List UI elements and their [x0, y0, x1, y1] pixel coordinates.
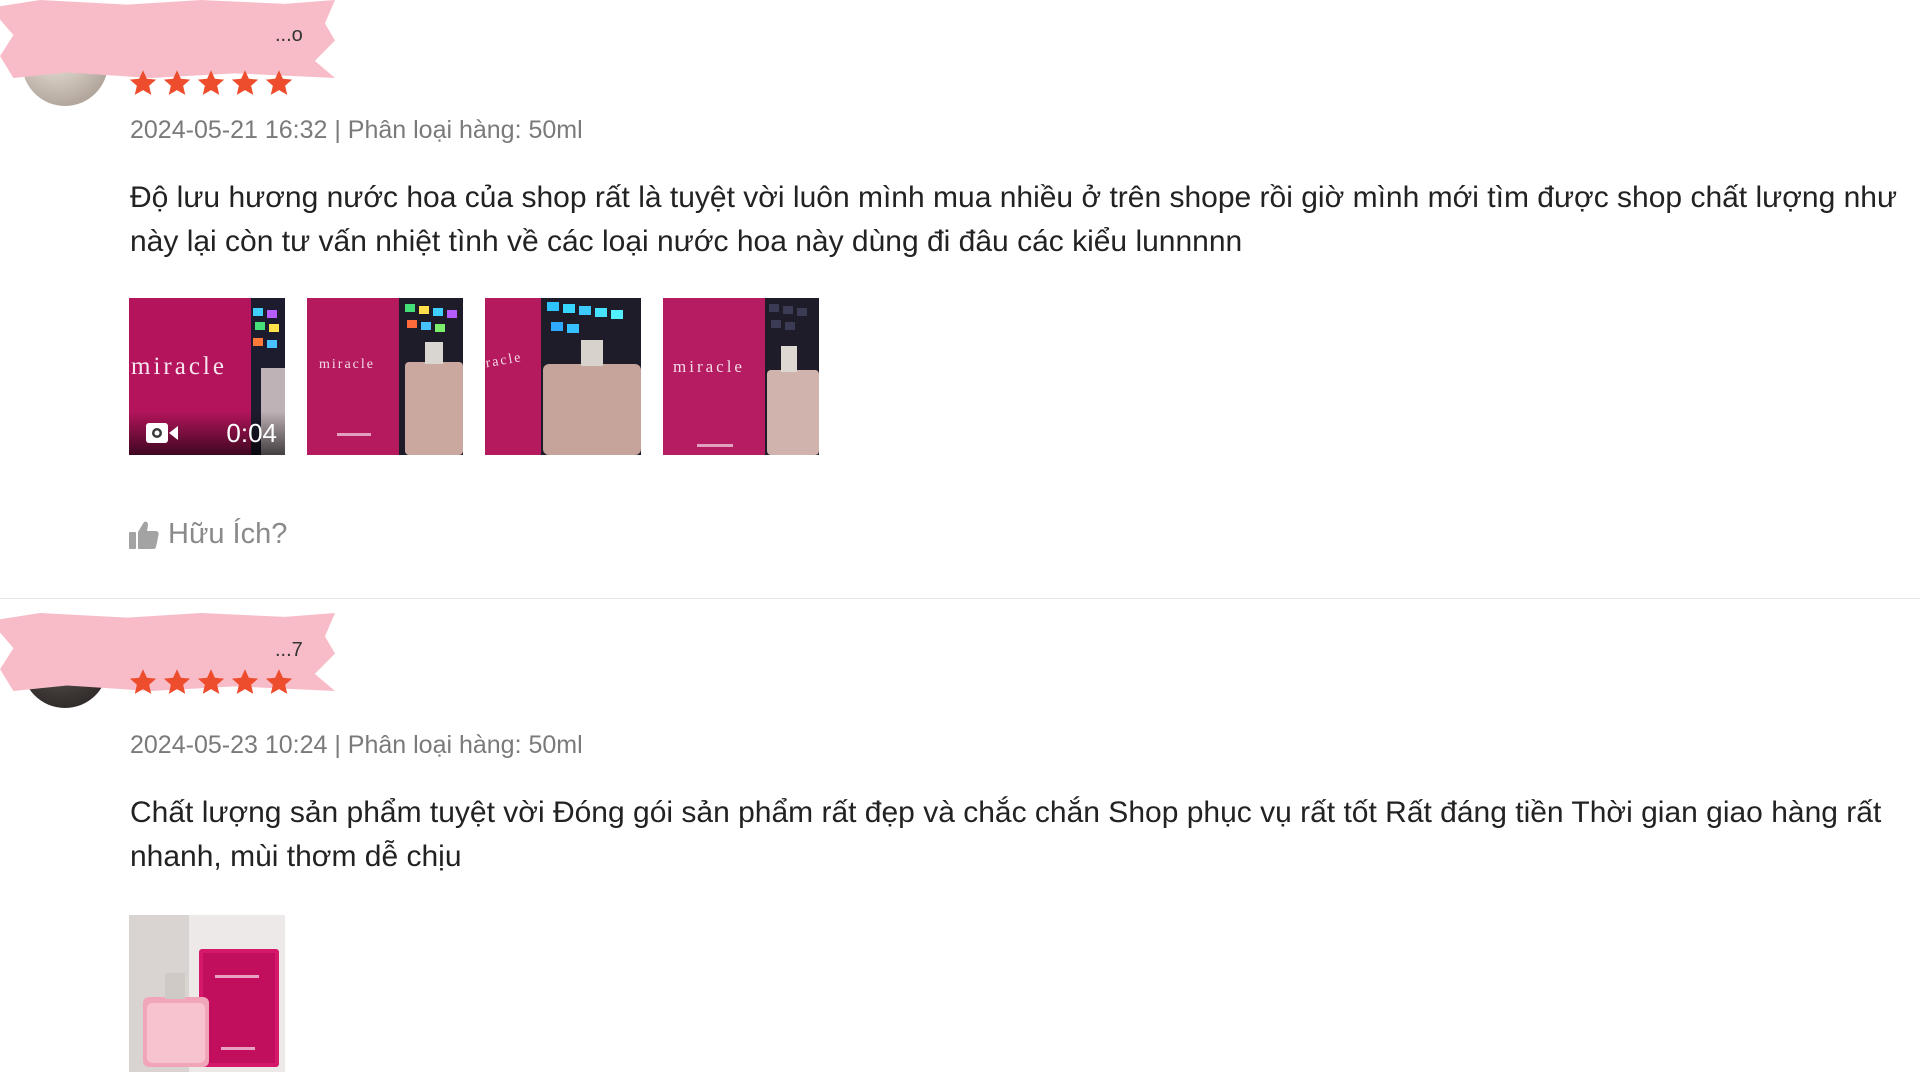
helpful-button[interactable]: Hữu Ích?	[128, 518, 287, 551]
review-item: ...o 2024-05-21 16:32 | Phân loại hàng: …	[0, 0, 1920, 599]
review-video-thumbnail[interactable]: miracle 0:04	[129, 298, 285, 455]
star-icon	[129, 669, 157, 694]
video-camera-icon	[146, 423, 178, 443]
star-icon	[163, 70, 191, 95]
star-icon	[129, 70, 157, 95]
review-media-list	[129, 915, 285, 1072]
review-media-list: miracle 0:04 miracle racle miracle	[129, 298, 819, 455]
review-meta: 2024-05-21 16:32 | Phân loại hàng: 50ml	[130, 116, 583, 144]
video-duration: 0:04	[226, 417, 277, 448]
perfume-photo-image	[129, 915, 285, 1072]
review-item: ...7 2024-05-23 10:24 | Phân loại hàng: …	[0, 599, 1920, 1080]
star-icon	[197, 669, 225, 694]
thumbs-up-icon	[129, 521, 159, 549]
perfume-box-image: miracle	[663, 298, 819, 455]
star-icon	[163, 669, 191, 694]
star-icon	[231, 70, 259, 95]
star-icon	[197, 70, 225, 95]
video-badge: 0:04	[129, 411, 285, 455]
review-image-thumbnail[interactable]	[129, 915, 285, 1072]
perfume-box-image: miracle	[307, 298, 463, 455]
reviewer-username: ...o	[275, 24, 303, 46]
review-image-thumbnail[interactable]: miracle	[307, 298, 463, 455]
rating-stars	[128, 68, 294, 98]
thumbnail-caption: miracle	[131, 353, 227, 380]
rating-stars	[128, 667, 294, 697]
star-icon	[231, 669, 259, 694]
review-content: Độ lưu hương nước hoa của shop rất là tu…	[130, 181, 1898, 258]
review-content: Chất lượng sản phẩm tuyệt vời Đóng gói s…	[130, 796, 1882, 873]
thumbnail-caption: miracle	[319, 357, 375, 372]
helpful-label: Hữu Ích?	[168, 518, 288, 550]
star-icon	[265, 669, 293, 694]
thumbnail-caption: miracle	[673, 357, 745, 376]
reviewer-username: ...7	[275, 639, 303, 661]
star-icon	[265, 70, 293, 95]
review-meta: 2024-05-23 10:24 | Phân loại hàng: 50ml	[130, 731, 583, 759]
perfume-box-image: racle	[485, 298, 641, 455]
review-image-thumbnail[interactable]: racle	[485, 298, 641, 455]
review-image-thumbnail[interactable]: miracle	[663, 298, 819, 455]
